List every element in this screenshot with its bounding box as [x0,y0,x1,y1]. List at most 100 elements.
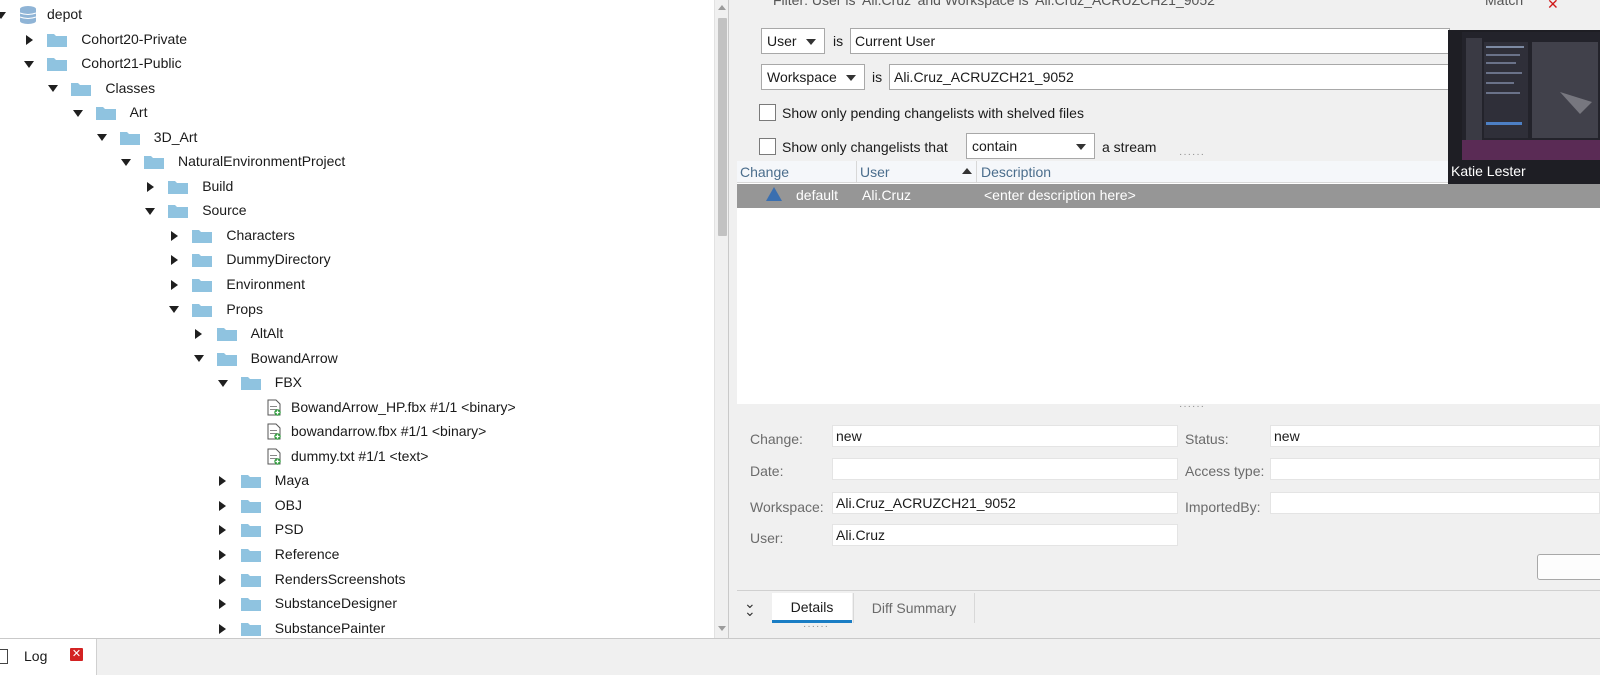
tree-node[interactable]: Props [0,298,714,323]
workspace-filter-combo-value: Workspace [767,69,837,85]
tree-node[interactable]: FBX [0,371,714,396]
tree-node-label: AltAlt [250,325,284,342]
expanded-arrow-icon[interactable] [192,352,206,366]
expanded-arrow-icon[interactable] [119,155,133,169]
stream-condition-value: contain [972,138,1018,154]
tab-diff-summary[interactable]: Diff Summary [853,593,975,623]
collapsed-arrow-icon[interactable] [167,253,181,267]
stream-condition-combo[interactable]: contain [966,133,1095,159]
tree-node-label: Environment [226,276,305,293]
log-tab[interactable]: Log ✕ [0,639,97,675]
tree-node[interactable]: Reference [0,543,714,568]
tree-node-label: Maya [274,472,310,489]
bottom-splitter-grip[interactable]: ······ [803,622,829,632]
column-header-change[interactable]: Change [737,161,857,183]
tree-node[interactable]: 3D_Art [0,126,714,151]
change-field[interactable]: new [832,425,1178,447]
workspace-filter-combo[interactable]: Workspace [761,64,865,90]
clear-filter-icon[interactable]: ✕ [1547,0,1559,12]
access-type-field[interactable] [1270,458,1600,480]
tree-node[interactable]: AltAlt [0,322,714,347]
tree-node[interactable]: BowandArrow_HP.fbx #1/1 <binary> [0,396,714,421]
tree-node[interactable]: BowandArrow [0,347,714,372]
tree-node[interactable]: Maya [0,469,714,494]
tree-node[interactable]: NaturalEnvironmentProject [0,150,714,175]
expanded-arrow-icon[interactable] [143,204,157,218]
collapsed-arrow-icon[interactable] [192,327,206,341]
bottom-status-bar: Log ✕ [0,638,1600,675]
user-filter-combo[interactable]: User [761,28,825,54]
expanded-arrow-icon[interactable] [46,82,60,96]
shelved-files-checkbox-label: Show only pending changelists with shelv… [782,105,1084,121]
shelved-files-checkbox[interactable] [759,104,776,121]
tree-node[interactable]: Cohort21-Public [0,52,714,77]
tree-node[interactable]: Cohort20-Private [0,28,714,53]
file-add-icon [267,399,281,419]
workspace-field[interactable]: Ali.Cruz_ACRUZCH21_9052 [832,492,1178,514]
tree-node[interactable]: Environment [0,273,714,298]
close-icon[interactable]: ✕ [70,648,83,661]
column-header-user[interactable]: User [857,161,977,183]
collapsed-arrow-icon[interactable] [167,229,181,243]
tree-node-label: 3D_Art [153,128,198,145]
tree-scroll-thumb[interactable] [718,18,727,236]
folder-icon [216,351,238,370]
collapsed-arrow-icon[interactable] [216,474,230,488]
collapsed-arrow-icon[interactable] [216,597,230,611]
pending-changelist-icon [766,187,782,201]
user-value-field[interactable]: Current User [850,28,1450,54]
change-label: Change: [750,431,803,447]
date-field[interactable] [832,458,1178,480]
filter-splitter-grip[interactable]: ······ [1179,150,1205,160]
tree-node[interactable]: PSD [0,518,714,543]
collapsed-arrow-icon[interactable] [216,548,230,562]
tree-node[interactable]: bowandarrow.fbx #1/1 <binary> [0,420,714,445]
user-filter-combo-value: User [767,33,797,49]
tree-node[interactable]: Characters [0,224,714,249]
details-splitter-grip[interactable]: ······ [1179,402,1205,412]
tree-node[interactable]: SubstanceDesigner [0,592,714,617]
tree-node[interactable]: Source [0,199,714,224]
workspace-value-field[interactable]: Ali.Cruz_ACRUZCH21_9052 [889,64,1450,90]
expanded-arrow-icon[interactable] [167,303,181,317]
collapsed-arrow-icon[interactable] [216,523,230,537]
collapse-panel-icon[interactable]: ⌄ ⌄ [744,596,756,618]
expanded-arrow-icon[interactable] [22,57,36,71]
collapsed-arrow-icon[interactable] [143,180,157,194]
depot-tree-pane[interactable]: depot Cohort20-Private Cohort21-Public Clas… [0,0,729,638]
tree-node[interactable]: dummy.txt #1/1 <text> [0,445,714,470]
details-tab-bar: ⌄ ⌄ Details Diff Summary [737,590,1600,624]
tree-node-label: DummyDirectory [226,251,331,268]
video-call-tile[interactable]: Katie Lester [1448,30,1600,184]
tree-node[interactable]: RendersScreenshots [0,568,714,593]
tree-node[interactable]: Art [0,101,714,126]
expanded-arrow-icon[interactable] [216,376,230,390]
tree-scrollbar[interactable] [714,0,728,638]
tree-node[interactable]: depot [0,3,714,28]
tree-node[interactable]: DummyDirectory [0,248,714,273]
changelist-table: Change User Description default Ali.Cruz… [737,161,1600,404]
details-action-button[interactable] [1537,554,1600,580]
tab-details[interactable]: Details [772,593,852,623]
table-row[interactable]: default Ali.Cruz <enter description here… [737,184,1600,208]
collapsed-arrow-icon[interactable] [167,278,181,292]
collapsed-arrow-icon[interactable] [22,33,36,47]
folder-icon [240,473,262,492]
stream-filter-checkbox[interactable] [759,138,776,155]
scroll-down-icon[interactable] [718,626,726,631]
tree-node[interactable]: Build [0,175,714,200]
collapsed-arrow-icon[interactable] [216,573,230,587]
expanded-arrow-icon[interactable] [95,131,109,145]
tree-node[interactable]: SubstancePainter [0,617,714,638]
imported-by-field[interactable] [1270,492,1600,514]
tree-node-label: Cohort20-Private [81,30,188,47]
expanded-arrow-icon[interactable] [71,106,85,120]
scroll-up-icon[interactable] [718,5,726,10]
expanded-arrow-icon[interactable] [0,8,8,22]
collapsed-arrow-icon[interactable] [216,622,230,636]
user-field[interactable]: Ali.Cruz [832,524,1178,546]
tree-node[interactable]: OBJ [0,494,714,519]
status-field[interactable]: new [1270,425,1600,447]
collapsed-arrow-icon[interactable] [216,499,230,513]
tree-node[interactable]: Classes [0,77,714,102]
